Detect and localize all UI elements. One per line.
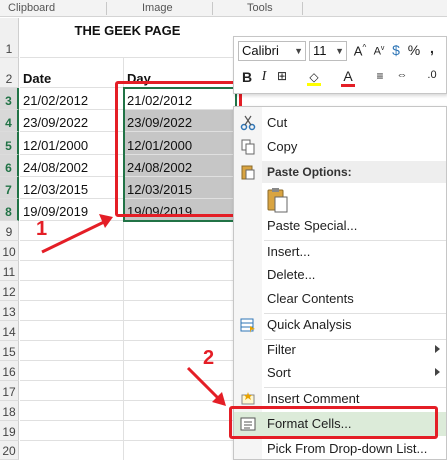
menu-item-insert[interactable]: Insert... [234,241,446,263]
menu-label: Format Cells... [267,416,352,431]
bold-button[interactable]: B [239,69,255,85]
chevron-down-icon: ▼ [335,46,344,56]
decrease-font-icon[interactable]: Av [371,45,387,58]
align-icon[interactable]: ≡ [372,69,388,83]
italic-button[interactable]: I [256,69,272,85]
arrow-2-line [186,366,220,400]
menu-item-quick-analysis[interactable]: Quick Analysis [234,314,446,336]
menu-label: Sort [267,365,291,380]
font-color-icon[interactable]: A [340,68,356,87]
menu-label: Quick Analysis [267,317,352,332]
insert-comment-icon [240,391,256,407]
mini-toolbar: Calibri ▼ 11 ▼ A^ Av $ % , B I ⊞ ◇ A ≡ ⇔… [233,36,447,94]
menu-item-clear-contents[interactable]: Clear Contents [234,288,446,310]
menu-item-paste-special[interactable]: Paste Special... [234,215,446,237]
borders-icon[interactable]: ⊞ [274,69,290,83]
menu-label: Paste Special... [267,218,358,233]
context-menu: Cut Copy Paste Options: Paste Special...… [233,106,447,460]
menu-item-format-cells[interactable]: Format Cells... [234,412,446,436]
menu-item-sort[interactable]: Sort [234,362,446,384]
arrow-1-line [41,220,105,254]
copy-icon [240,139,256,155]
submenu-arrow-icon [435,368,440,376]
menu-item-filter[interactable]: Filter [234,339,446,361]
arrow-1-head [99,214,113,228]
chevron-down-icon: ▼ [294,46,303,56]
menu-item-cut[interactable]: Cut [234,112,446,134]
annotation-step-2: 2 [203,347,215,369]
menu-item-insert-comment[interactable]: Insert Comment [234,388,446,410]
format-cells-icon [240,416,256,432]
font-name-value: Calibri [242,43,279,58]
annotation-step-1: 1 [36,218,48,240]
menu-label: Cut [267,115,288,130]
comma-style-icon[interactable]: , [424,40,440,56]
scissors-icon [240,115,256,131]
menu-item-pick-from-list[interactable]: Pick From Drop-down List... [234,438,446,460]
quick-analysis-icon [240,317,256,333]
submenu-arrow-icon [435,345,440,353]
font-size-box[interactable]: 11 ▼ [309,41,347,61]
paste-options-icon [240,164,256,180]
menu-label: Insert Comment [267,391,360,406]
menu-item-copy[interactable]: Copy [234,136,446,158]
fill-color-icon[interactable]: ◇ [306,68,322,86]
menu-item-delete[interactable]: Delete... [234,264,446,286]
font-name-box[interactable]: Calibri ▼ [238,41,306,61]
menu-label: Delete... [267,267,316,282]
menu-label: Insert... [267,244,311,259]
menu-label: Copy [267,139,298,154]
percent-style-icon[interactable]: % [406,42,422,58]
menu-label: Filter [267,342,296,357]
paste-options-header: Paste Options: [262,161,446,183]
paste-clipboard-icon[interactable] [266,187,290,213]
menu-label: Pick From Drop-down List... [267,441,428,456]
currency-format-icon[interactable]: $ [388,42,404,58]
menu-label: Clear Contents [267,291,354,306]
increase-font-icon[interactable]: A^ [352,43,368,58]
decimal-icon[interactable]: .0 [424,69,440,81]
merge-center-icon[interactable]: ⇔ [394,69,410,81]
font-size-value: 11 [313,43,327,58]
